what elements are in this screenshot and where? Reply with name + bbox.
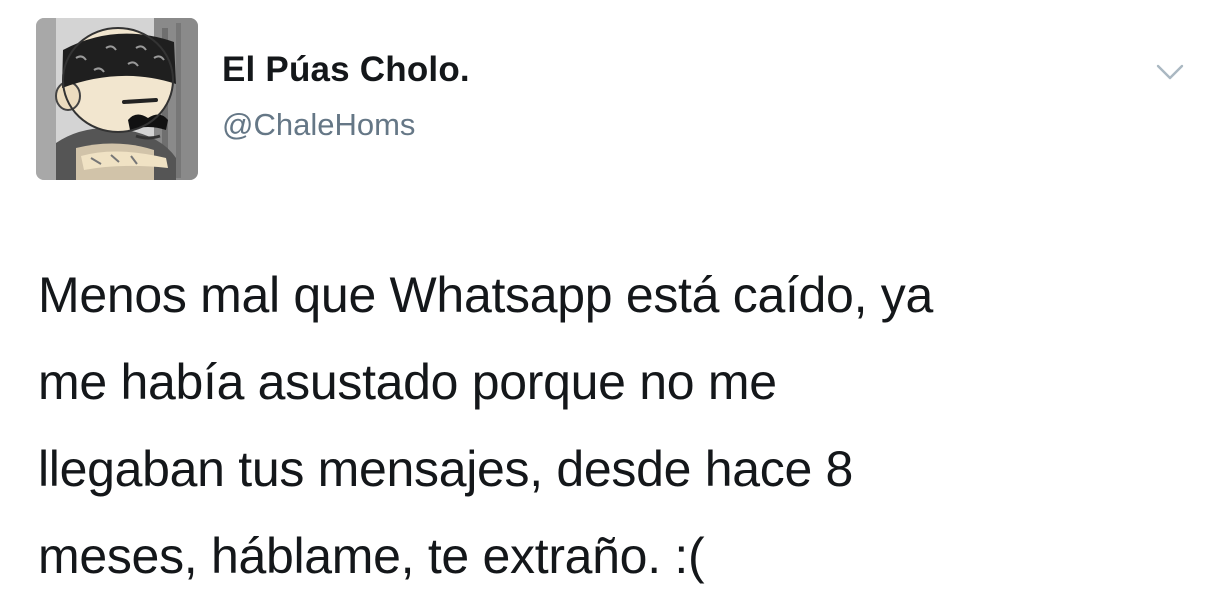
tweet-text-line: meses, háblame, te extraño. :(	[38, 528, 705, 584]
tweet-card: El Púas Cholo. @ChaleHoms Menos mal que …	[0, 0, 1224, 614]
tweet-text-line: llegaban tus mensajes, desde hace 8	[38, 441, 854, 497]
author-display-name[interactable]: El Púas Cholo.	[222, 50, 470, 90]
tweet-text-line: Menos mal que Whatsapp está caído, ya	[38, 267, 933, 323]
cartoon-cholo-avatar-icon	[36, 18, 198, 180]
tweet-text-line: me había asustado porque no me	[38, 354, 777, 410]
tweet-menu-button[interactable]	[1150, 56, 1190, 90]
chevron-down-icon	[1156, 64, 1184, 80]
tweet-text: Menos mal que Whatsapp está caído, ya me…	[38, 252, 1188, 600]
author-handle[interactable]: @ChaleHoms	[222, 107, 415, 143]
avatar[interactable]	[36, 18, 198, 180]
